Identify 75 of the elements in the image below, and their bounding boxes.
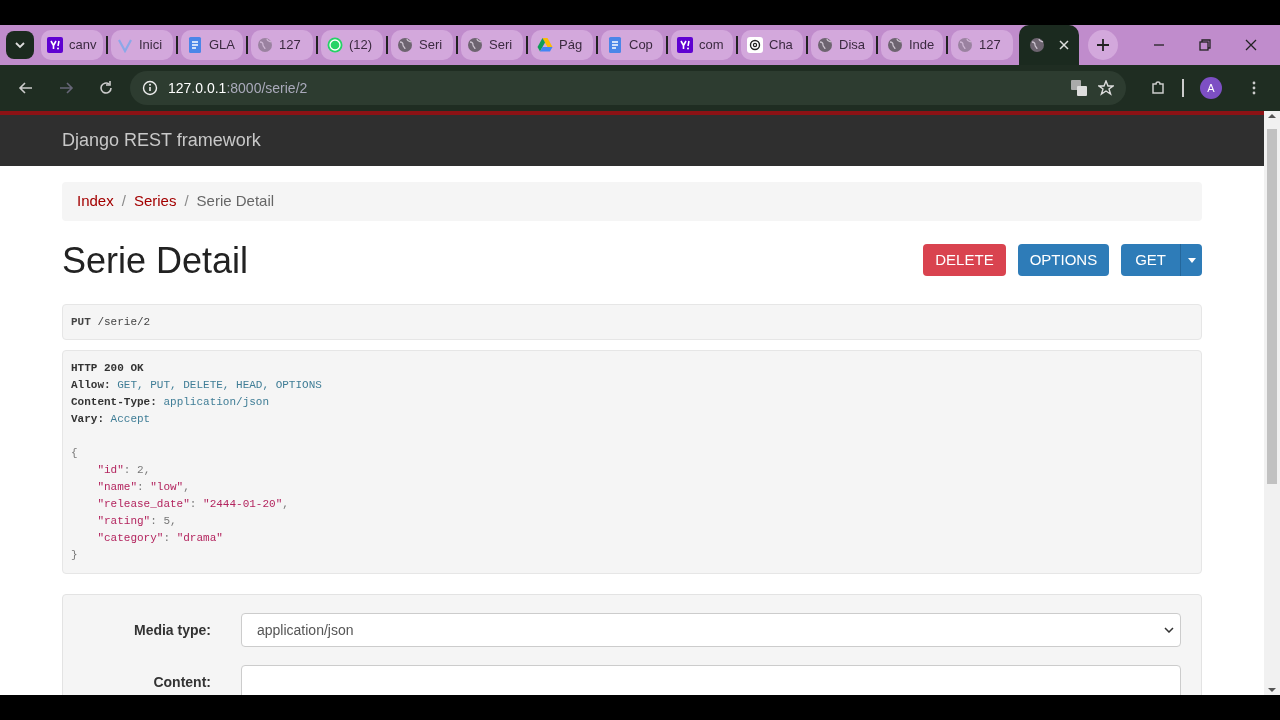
content-field[interactable]	[241, 665, 1181, 695]
globe-icon	[957, 37, 973, 53]
scroll-down-icon[interactable]	[1268, 687, 1276, 693]
yahoo-logo-icon	[47, 37, 63, 53]
new-tab-button[interactable]	[1088, 30, 1118, 60]
request-panel: PUT /serie/2	[62, 303, 1202, 341]
back-arrow-icon[interactable]	[18, 80, 34, 96]
breadcrumb-current: Serie Detail	[196, 191, 275, 211]
globe-icon	[467, 37, 483, 53]
browser-tab[interactable]: com	[671, 30, 733, 60]
field-label: Content:	[152, 672, 212, 692]
reload-icon[interactable]	[98, 80, 114, 96]
scrollbar[interactable]	[1264, 111, 1280, 695]
browser-tab[interactable]	[1019, 25, 1079, 65]
scroll-up-icon[interactable]	[1268, 113, 1276, 119]
breadcrumb-link[interactable]: Index	[77, 190, 114, 213]
url-text: 127.0.0.1:8000/serie/2	[168, 78, 309, 98]
forward-arrow-icon[interactable]	[58, 80, 74, 96]
plus-icon	[1097, 39, 1109, 51]
browser-tab[interactable]: GLA	[181, 30, 243, 60]
browser-tab[interactable]: 127	[951, 30, 1013, 60]
globe-icon	[257, 37, 273, 53]
browser-tab[interactable]: Cha	[741, 30, 803, 60]
browser-tab[interactable]: 127	[251, 30, 313, 60]
knot-logo-icon	[747, 37, 763, 53]
browser-tab[interactable]: canv	[41, 30, 103, 60]
response-line: Vary: Accept	[71, 412, 152, 428]
breadcrumb-separator: /	[121, 191, 126, 211]
browser-tab[interactable]: (12)	[321, 30, 383, 60]
navbar-brand[interactable]: Django REST framework	[62, 130, 261, 150]
response-line: "category": "drama"	[96, 531, 224, 547]
document-icon	[187, 37, 203, 53]
translate-icon[interactable]	[1070, 79, 1088, 97]
yahoo-logo-icon	[677, 37, 693, 53]
breadcrumb-link[interactable]: Series	[133, 190, 177, 213]
response-line: "name": "low",	[96, 480, 191, 496]
info-icon[interactable]	[142, 80, 158, 96]
options-button[interactable]: OPTIONS	[1017, 244, 1110, 277]
browser-tab[interactable]: Seri	[461, 30, 523, 60]
close-icon[interactable]	[1245, 39, 1257, 51]
response-line: "release_date": "2444-01-20",	[96, 497, 290, 513]
globe-icon	[1029, 37, 1045, 53]
response-line: HTTP 200 OK	[71, 361, 145, 377]
star-icon[interactable]	[1098, 80, 1114, 96]
address-bar[interactable]: 127.0.0.1:8000/serie/2	[130, 71, 1126, 105]
browser-tab[interactable]: Inici	[111, 30, 173, 60]
media-type-select[interactable]: application/json	[241, 613, 1181, 648]
globe-icon	[817, 37, 833, 53]
response-line: Content-Type: application/json	[71, 395, 271, 411]
response-line: {	[71, 446, 79, 462]
browser-tab[interactable]: Seri	[391, 30, 453, 60]
v-logo-icon	[117, 37, 133, 53]
globe-icon	[887, 37, 903, 53]
response-line: Allow: GET, PUT, DELETE, HEAD, OPTIONS	[71, 378, 323, 394]
avatar[interactable]: A	[1200, 77, 1222, 99]
chevron-down-icon	[1164, 627, 1174, 634]
chevron-down-icon	[14, 41, 26, 49]
field-label: Media type:	[133, 620, 212, 640]
globe-icon	[397, 37, 413, 53]
browser-tab[interactable]: Inde	[881, 30, 943, 60]
page-heading: Serie Detail	[62, 238, 249, 282]
get-button[interactable]: GET	[1121, 244, 1180, 277]
delete-button[interactable]: DELETE	[923, 244, 1006, 277]
document-icon	[607, 37, 623, 53]
breadcrumb-separator: /	[184, 191, 189, 211]
tab-list-button[interactable]	[6, 31, 34, 59]
response-line: "rating": 5,	[96, 514, 178, 530]
response-line: }	[71, 548, 79, 564]
triangle-logo-icon	[537, 37, 553, 53]
browser-tab[interactable]: Cop	[601, 30, 663, 60]
browser-tab[interactable]: Pág	[531, 30, 593, 60]
caret-icon[interactable]	[1187, 257, 1196, 263]
restore-icon[interactable]	[1199, 39, 1211, 51]
browser-tab[interactable]: Disa	[811, 30, 873, 60]
response-line: "id": 2,	[96, 463, 152, 479]
